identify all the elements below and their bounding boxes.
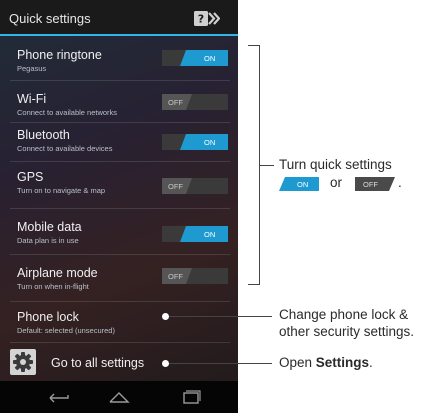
svg-text:?: ? [198, 13, 204, 26]
navigation-bar [0, 381, 238, 413]
callout-text: Change phone lock & [279, 307, 409, 322]
callout-period: . [398, 174, 402, 191]
setting-row-gps[interactable]: GPS Turn on to navigate & map OFF [0, 168, 238, 198]
setting-row-mobile-data[interactable]: Mobile data Data plan is in use ON [0, 218, 238, 248]
setting-row-wifi[interactable]: Wi-Fi Connect to available networks OFF [0, 90, 238, 120]
row-title: Bluetooth [17, 128, 70, 142]
toggle-label: ON [297, 180, 309, 189]
toggle-label: OFF [168, 182, 183, 191]
row-title: Airplane mode [17, 266, 98, 280]
callout-text: . [398, 175, 402, 190]
toggle-label: ON [204, 230, 216, 239]
toggle-track [162, 134, 228, 150]
callout-text: Open [279, 355, 316, 370]
row-subtitle: Pegasus [17, 64, 47, 73]
row-subtitle: Turn on when in-flight [17, 282, 89, 291]
page-title: Quick settings [9, 11, 91, 26]
wifi-toggle[interactable]: OFF [162, 94, 228, 110]
gps-toggle[interactable]: OFF [162, 178, 228, 194]
row-title: Phone ringtone [17, 48, 102, 62]
phone-screen: Quick settings ? Phone ringtone Pegasus … [0, 0, 238, 413]
toggle-label: ON [204, 54, 216, 63]
help-icon[interactable]: ? [194, 11, 220, 26]
toggle-label: OFF [168, 98, 183, 107]
callout-bracket [248, 45, 260, 285]
row-subtitle: Default: selected (unsecured) [17, 326, 115, 335]
setting-row-phone-lock[interactable]: Phone lock Default: selected (unsecured) [0, 308, 238, 338]
bluetooth-toggle[interactable]: ON [162, 134, 228, 150]
callout-on-toggle: ON [279, 177, 319, 191]
callout-phone-lock: Change phone lock & other security setti… [279, 306, 414, 340]
mobile-data-toggle[interactable]: ON [162, 226, 228, 242]
setting-row-bluetooth[interactable]: Bluetooth Connect to available devices O… [0, 126, 238, 156]
row-subtitle: Connect to available devices [17, 144, 113, 153]
row-subtitle: Connect to available networks [17, 108, 118, 117]
gear-icon [10, 349, 36, 375]
home-icon[interactable] [107, 389, 131, 405]
recent-apps-icon[interactable] [180, 389, 202, 405]
row-title: Wi-Fi [17, 92, 47, 106]
airplane-mode-toggle[interactable]: OFF [162, 268, 228, 284]
toggle-label: OFF [363, 180, 378, 189]
callout-bold-text: Settings [315, 355, 370, 370]
toggle-track [162, 226, 228, 242]
callout-open-settings: Open Settings. [279, 354, 373, 371]
callout-text: . [369, 355, 373, 370]
row-title: Phone lock [17, 310, 79, 324]
toggle-track [162, 50, 228, 66]
row-title: GPS [17, 170, 44, 184]
divider [10, 301, 230, 302]
callout-text: or [330, 175, 343, 190]
callout-or: or [330, 174, 342, 191]
divider [10, 254, 230, 255]
divider [10, 80, 230, 81]
ringtone-toggle[interactable]: ON [162, 50, 228, 66]
back-icon[interactable] [48, 391, 72, 403]
callout-line [260, 165, 274, 166]
callout-quick-settings: Turn quick settings [279, 156, 392, 173]
callout-line [166, 316, 272, 317]
row-subtitle: Data plan is in use [17, 236, 79, 245]
row-subtitle: Turn on to navigate & map [17, 186, 106, 195]
settings-label: Go to all settings [51, 356, 145, 370]
setting-row-phone-ringtone[interactable]: Phone ringtone Pegasus ON [0, 46, 238, 76]
divider [10, 342, 230, 343]
callout-text: other security settings. [279, 324, 415, 339]
callout-line [166, 363, 272, 364]
row-title: Mobile data [17, 220, 82, 234]
callout-off-toggle: OFF [355, 177, 395, 191]
setting-row-airplane-mode[interactable]: Airplane mode Turn on when in-flight OFF [0, 264, 238, 294]
quick-settings-header: Quick settings ? [0, 0, 238, 36]
divider [10, 122, 230, 123]
settings-pointer-dot [162, 360, 169, 367]
divider [10, 161, 230, 162]
toggle-label: ON [204, 138, 216, 147]
callout-text: Turn quick settings [279, 157, 392, 172]
divider [10, 208, 230, 209]
phone-lock-pointer-dot [162, 313, 169, 320]
toggle-label: OFF [168, 272, 183, 281]
